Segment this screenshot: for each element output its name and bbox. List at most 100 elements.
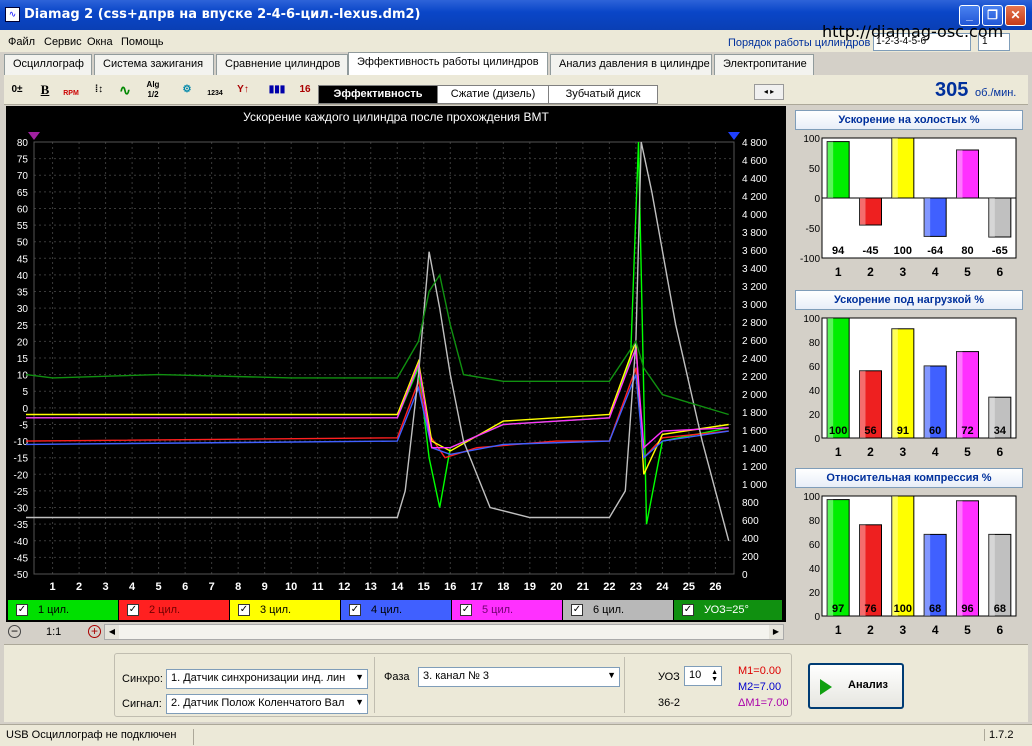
menu-file[interactable]: Файл [8,36,35,48]
x-tick-label: 23 [630,581,642,593]
tab-ignition[interactable]: Система зажигания [94,54,214,75]
legend-checkbox[interactable]: ✓ [127,604,139,616]
marker-m2-icon[interactable] [728,132,740,140]
y-left-tick-label: 40 [17,271,29,282]
algorithm-icon[interactable]: Alg 1/2 [142,79,164,101]
rpm-value: 305 [935,79,969,101]
y-right-tick-label: 1 400 [742,444,767,455]
acceleration-chart[interactable]: Ускорение каждого цилиндра после прохожд… [6,106,786,598]
x-tick-label: 2 [76,581,82,593]
bar-value-label: 34 [994,425,1007,437]
tab-cylinder-efficiency[interactable]: Эффективность работы цилиндров [348,52,548,75]
legend-label: 1 цил. [38,604,70,616]
chart-canvas[interactable]: 1 2 3 4 5 6 7 8 9 10 11 12 13 14 15 16 17 18 19 20 21 22 23 24 2… [6,106,786,598]
signal-select[interactable]: 2. Датчик Полож Коленчатого Вал ▼ [166,694,368,714]
bar-value-label: -64 [927,245,944,257]
spin-arrows-icon[interactable]: ▲ ▼ [711,669,718,683]
menu-service[interactable]: Сервис [44,36,82,48]
phase-value: 3. канал № 3 [423,670,490,682]
sync-select[interactable]: 1. Датчик синхронизации инд. лин ▼ [166,669,368,689]
tab-pressure-analysis[interactable]: Анализ давления в цилиндре [550,54,712,75]
smooth-icon[interactable]: ∿ [114,79,136,101]
legend-item[interactable]: ✓ 3 цил. [230,600,340,620]
subtab-toothed-disk[interactable]: Зубчатый диск [548,85,658,104]
zoom-level: 1:1 [46,626,62,638]
y-left-tick-label: 0 [22,404,28,415]
bar-value-label: 100 [894,245,912,257]
sync-value: 1. Датчик синхронизации инд. лин [171,672,346,684]
legend-checkbox[interactable]: ✓ [238,604,250,616]
legend-item[interactable]: ✓ 4 цил. [341,600,451,620]
legend-label: 5 цил. [482,604,514,616]
y-left-tick-label: 45 [17,254,29,265]
menu-help[interactable]: Помощь [121,36,164,48]
engine-icon[interactable]: ▮▮▮ [266,79,288,101]
filter-icon[interactable]: ⚙ [176,79,198,101]
bar-value-label: 56 [864,425,876,437]
series-legend: ✓ 1 цил. ✓ 2 цил. ✓ 3 цил. ✓ 4 цил. ✓ 5 цил. ✓ 6 ци… [6,598,786,622]
website-url[interactable]: http://diamag-osc.com [822,22,1003,41]
close-button[interactable]: ✕ [1005,5,1026,26]
tab-cylinder-compare[interactable]: Сравнение цилиндров [216,54,348,75]
legend-checkbox[interactable]: ✓ [16,604,28,616]
bar-category-label: 6 [996,623,1003,637]
legend-item[interactable]: ✓ УОЗ=25° [674,600,782,620]
status-bar: USB Осциллограф не подключен 1.7.2 [0,724,1032,746]
bar-value-label: 68 [929,603,941,615]
phase-select[interactable]: 3. канал № 3 ▼ [418,667,620,687]
sync-label: Синхро: [122,673,163,685]
subtab-scroll-arrows[interactable]: ◂ ▸ [754,84,784,100]
y-left-tick-label: -50 [14,570,29,581]
sort-icon[interactable]: 1234 [204,79,226,101]
bar-category-label: 6 [996,445,1003,459]
marker-m1-icon[interactable] [28,132,40,140]
bold-icon[interactable]: B [34,79,56,101]
separator [624,657,625,713]
legend-item[interactable]: ✓ 1 цил. [8,600,118,620]
legend-checkbox[interactable]: ✓ [460,604,472,616]
zoom-icon[interactable]: 0± [6,79,28,101]
cylinder-icon[interactable]: 16 [294,79,316,101]
subtab-compression-diesel[interactable]: Сжатие (дизель) [437,85,549,104]
y-left-tick-label: -45 [14,553,29,564]
y-left-tick-label: 60 [17,204,29,215]
menu-windows[interactable]: Окна [87,36,113,48]
bar-value-label: 80 [961,245,973,257]
y-right-tick-label: 400 [742,534,759,545]
tab-power[interactable]: Электропитание [714,54,814,75]
scale-icon[interactable]: ⁞↕ [88,79,110,101]
marker-icon[interactable]: Y↑ [232,79,254,101]
tab-oscilloscope[interactable]: Осциллограф [4,54,92,75]
y-right-tick-label: 800 [742,498,759,509]
horizontal-scrollbar[interactable]: ◀ ▶ [104,624,784,640]
x-tick-label: 24 [656,581,669,593]
scroll-left-arrow[interactable]: ◀ [105,625,119,639]
legend-item[interactable]: ✓ 5 цил. [452,600,562,620]
analyze-button[interactable]: Анализ [808,663,904,709]
y-left-tick-label: -5 [19,420,28,431]
bar-value-label: 97 [832,603,844,615]
legend-checkbox[interactable]: ✓ [349,604,361,616]
bar-category-label: 2 [867,623,874,637]
zoom-in-icon[interactable]: + [88,625,101,638]
bar-category-label: 1 [835,265,842,279]
y-left-tick-label: 55 [17,221,29,232]
y-tick-label: 80 [809,516,821,527]
teeth-label: 36-2 [658,697,681,709]
subtab-efficiency[interactable]: Эффективность [318,85,438,104]
bar-highlight [891,496,898,616]
bar-value-label: 96 [961,603,973,615]
scroll-right-arrow[interactable]: ▶ [769,625,783,639]
y-tick-label: 60 [809,362,821,373]
legend-checkbox[interactable]: ✓ [571,604,583,616]
zoom-out-icon[interactable]: − [8,625,21,638]
rpm-icon[interactable]: RPM [60,79,82,101]
legend-item[interactable]: ✓ 6 цил. [563,600,673,620]
toolbar: 0± B RPM ⁞↕ ∿ Alg 1/2 ⚙ 1234 Y↑ ▮▮▮ 16 Э… [4,75,1028,105]
bar-value-label: 76 [864,603,876,615]
bar-highlight [956,150,963,198]
y-left-tick-label: -40 [14,537,29,548]
legend-checkbox[interactable]: ✓ [682,604,694,616]
uoz-spinner[interactable]: 10 ▲ ▼ [684,666,722,686]
legend-item[interactable]: ✓ 2 цил. [119,600,229,620]
